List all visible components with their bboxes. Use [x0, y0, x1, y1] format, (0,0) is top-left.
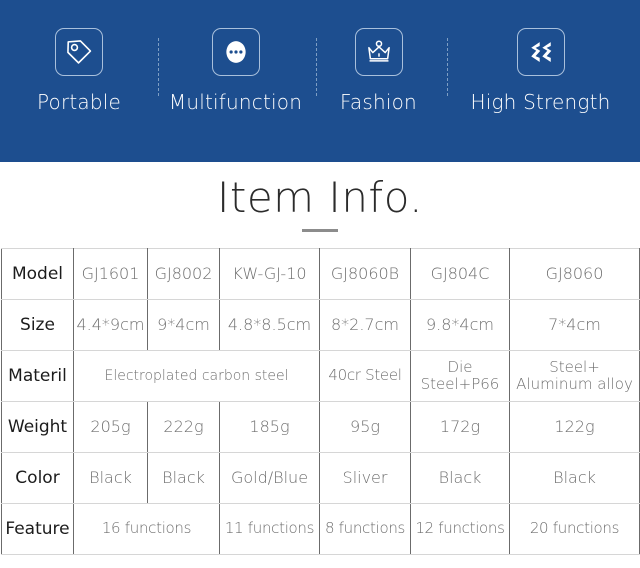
table-cell: 8*2.7cm — [319, 299, 411, 352]
table-cell: 122g — [509, 401, 640, 454]
cell-line: Steel+ — [549, 357, 600, 376]
table-cell: 205g — [73, 401, 148, 454]
table-cell: Electroplated carbon steel — [73, 350, 320, 403]
row-label-color: Color — [1, 452, 74, 505]
table-row: Model GJ1601 GJ8002 KW-GJ-10 GJ8060B GJ804C GJ… — [1, 248, 640, 301]
feature-fashion: Fashion — [313, 0, 444, 162]
table-cell: Sliver — [319, 452, 411, 505]
page-title: Item Info. — [216, 173, 424, 222]
table-cell: 95g — [319, 401, 411, 454]
table-row: Size 4.4*9cm 9*4cm 4.8*8.5cm 8*2.7cm 9.8*4cm 7… — [1, 299, 640, 352]
cell-line: Die — [447, 357, 473, 376]
table-cell: GJ1601 — [73, 248, 148, 301]
table-cell: GJ8002 — [147, 248, 220, 301]
three-dots-circle-icon — [211, 28, 260, 76]
table-cell: 4.8*8.5cm — [219, 299, 320, 352]
table-cell: 8 functions — [319, 503, 411, 556]
row-label-materil: Materil — [1, 350, 74, 403]
cell-line: Steel+P66 — [420, 375, 500, 394]
row-label-model: Model — [1, 248, 74, 301]
feature-label-multifunction: Multifunction — [168, 90, 303, 114]
table-cell: Gold/Blue — [219, 452, 320, 505]
spec-table-wrapper: Model GJ1601 GJ8002 KW-GJ-10 GJ8060B GJ804C GJ… — [0, 248, 640, 556]
table-cell: 7*4cm — [509, 299, 640, 352]
table-cell: 4.4*9cm — [73, 299, 148, 352]
double-chevron-icon — [516, 28, 565, 76]
table-cell: Black — [509, 452, 640, 505]
cell-line: Aluminum alloy — [516, 375, 633, 394]
table-cell: Die Steel+P66 — [410, 350, 510, 403]
row-label-weight: Weight — [1, 401, 74, 454]
table-cell: 16 functions — [73, 503, 220, 556]
table-cell: 9.8*4cm — [410, 299, 510, 352]
table-cell: 222g — [147, 401, 220, 454]
table-cell: GJ8060B — [319, 248, 411, 301]
table-cell: Black — [73, 452, 148, 505]
table-cell: Steel+ Aluminum alloy — [509, 350, 640, 403]
table-cell: 172g — [410, 401, 510, 454]
title-underline — [302, 229, 338, 233]
table-cell: 20 functions — [509, 503, 640, 556]
table-cell: Black — [147, 452, 220, 505]
table-row: Weight 205g 222g 185g 95g 172g 122g — [1, 401, 640, 454]
table-row: Color Black Black Gold/Blue Sliver Black Black — [1, 452, 640, 505]
spec-table: Model GJ1601 GJ8002 KW-GJ-10 GJ8060B GJ804C GJ… — [1, 248, 640, 556]
crown-icon — [354, 28, 403, 76]
row-label-feature: Feature — [1, 503, 74, 556]
table-cell: 185g — [219, 401, 320, 454]
table-cell: 9*4cm — [147, 299, 220, 352]
table-row: Feature 16 functions 11 functions 8 functio… — [1, 503, 640, 556]
feature-high-strength: High Strength — [444, 0, 637, 162]
feature-multifunction: Multifunction — [158, 0, 313, 162]
table-cell: 11 functions — [219, 503, 320, 556]
table-row: Materil Electroplated carbon steel 40cr St… — [1, 350, 640, 403]
table-cell: Black — [410, 452, 510, 505]
row-label-size: Size — [1, 299, 74, 352]
table-cell: GJ804C — [410, 248, 510, 301]
table-cell: 40cr Steel — [319, 350, 411, 403]
feature-label-portable: Portable — [36, 90, 122, 114]
feature-banner: Portable Multifunction Fashion High Stre… — [0, 0, 640, 162]
table-cell: KW-GJ-10 — [219, 248, 320, 301]
table-cell: 12 functions — [410, 503, 510, 556]
section-title-block: Item Info. — [0, 162, 640, 233]
product-info-page: Portable Multifunction Fashion High Stre… — [0, 0, 640, 568]
feature-label-fashion: Fashion — [340, 90, 417, 114]
price-tag-icon — [55, 28, 103, 76]
feature-portable: Portable — [0, 0, 158, 162]
table-cell: GJ8060 — [509, 248, 640, 301]
feature-label-high-strength: High Strength — [470, 90, 611, 114]
